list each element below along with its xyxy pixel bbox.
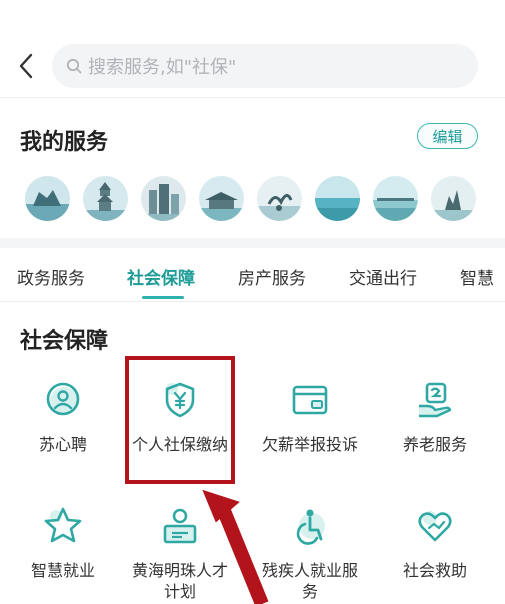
edit-button[interactable]: 编辑 [417, 123, 478, 149]
tab-social-security[interactable]: 社会保障 [127, 264, 195, 289]
tab-government[interactable]: 政务服务 [17, 264, 85, 289]
service-wage-arrears-report[interactable]: 欠薪举报投诉 [250, 380, 370, 455]
service-talent-program[interactable]: 黄海明珠人才计划 [120, 506, 240, 602]
shortcut-list [25, 176, 476, 221]
shortcut-city-8[interactable] [431, 176, 476, 221]
search-bar-row: 搜索服务,如"社保" [0, 36, 505, 98]
service-label: 残疾人就业服务 [262, 561, 359, 601]
shortcut-city-1[interactable] [25, 176, 70, 221]
my-services-title: 我的服务 [20, 130, 109, 155]
star-icon [44, 507, 82, 543]
service-label: 养老服务 [402, 435, 467, 454]
status-bar-area [0, 0, 505, 36]
active-tab-indicator [142, 296, 184, 299]
shortcut-city-5[interactable] [257, 176, 302, 221]
shortcut-city-4[interactable] [199, 176, 244, 221]
tab-smart[interactable]: 智慧 [460, 264, 494, 289]
card-icon [292, 385, 328, 415]
person-search-icon [46, 382, 80, 416]
category-tabs: 政务服务 社会保障 房产服务 交通出行 智慧 [0, 248, 505, 302]
service-su-xin-pin[interactable]: 苏心聘 [3, 380, 123, 455]
wheelchair-icon [296, 509, 325, 545]
highlight-box [125, 356, 235, 484]
heart-hand-icon [418, 511, 452, 542]
service-label: 智慧就业 [30, 561, 95, 580]
search-placeholder: 搜索服务,如"社保" [88, 57, 237, 78]
section-title: 社会保障 [20, 329, 109, 354]
service-social-assistance[interactable]: 社会救助 [375, 506, 495, 581]
shortcut-city-6[interactable] [315, 176, 360, 221]
service-smart-employment[interactable]: 智慧就业 [3, 506, 123, 581]
chevron-left-icon [19, 53, 33, 79]
section-divider [0, 238, 505, 248]
shortcut-city-3[interactable] [141, 176, 186, 221]
my-services-section: 我的服务 编辑 [0, 98, 505, 238]
service-label: 苏心聘 [38, 435, 87, 454]
shortcut-city-7[interactable] [373, 176, 418, 221]
service-label: 社会救助 [402, 561, 467, 580]
service-disabled-employment[interactable]: 残疾人就业服务 [250, 506, 370, 602]
tab-transport[interactable]: 交通出行 [349, 264, 417, 289]
service-elder-care[interactable]: 养老服务 [375, 380, 495, 455]
back-button[interactable] [14, 48, 40, 84]
talent-id-icon [163, 508, 197, 544]
search-icon [66, 58, 82, 74]
search-input[interactable]: 搜索服务,如"社保" [52, 44, 478, 88]
tab-housing[interactable]: 房产服务 [238, 264, 306, 289]
elder-care-icon [419, 382, 452, 418]
service-label: 欠薪举报投诉 [262, 435, 359, 454]
service-label: 黄海明珠人才计划 [132, 561, 229, 601]
shortcut-city-2[interactable] [83, 176, 128, 221]
